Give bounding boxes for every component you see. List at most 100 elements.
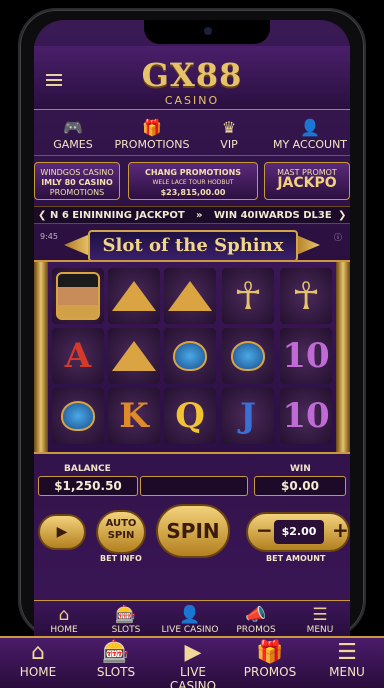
nav-label: MY ACCOUNT <box>272 138 348 151</box>
message-box <box>140 476 248 496</box>
bet-amount-stepper: − $2.00 + <box>246 512 350 552</box>
phone-notch <box>144 20 270 44</box>
nav-label: PROMOTIONS <box>114 138 190 151</box>
reel-symbol-q: Q <box>164 388 216 444</box>
pillar-left <box>34 262 48 452</box>
game-title: Slot of the Sphinx <box>102 235 284 256</box>
promo-banners: WINDGOS CASINO IMLY 80 CASINO PROMOTIONS… <box>34 162 350 202</box>
spin-button[interactable]: SPIN <box>156 504 230 558</box>
pyramid-icon <box>168 281 212 311</box>
inner-nav-label: LIVE CASINO <box>161 625 219 635</box>
reel-symbol-scarab <box>222 328 274 384</box>
ticker-left-arrow-icon[interactable]: ❮ <box>38 210 46 221</box>
bottom-nav-promos[interactable]: 🎁 PROMOS <box>238 638 302 679</box>
app-screen: GX88 CASINO 🎮 GAMES 🎁 PROMOTIONS ♛ VIP 👤… <box>34 20 350 636</box>
balance-value: $1,250.50 <box>38 476 138 496</box>
nav-label: GAMES <box>53 138 93 151</box>
gift-icon: 🎁 <box>256 640 284 665</box>
home-icon: ⌂ <box>31 640 45 665</box>
banner-jackpot-amount: $23,815,00.00 <box>160 188 226 197</box>
pyramid-icon <box>112 341 156 371</box>
brand-logo: GX88 <box>141 56 243 94</box>
inner-bottom-nav: ⌂ HOME 🎰 SLOTS 👤 LIVE CASINO 📣 PROMOS ☰ MENU <box>34 600 350 636</box>
spin-label: SPIN <box>166 519 220 543</box>
inner-nav-label: SLOTS <box>111 625 141 635</box>
reel-symbol-cleopatra <box>52 268 104 324</box>
dealer-icon: 👤 <box>179 605 201 625</box>
megaphone-icon: 📣 <box>245 605 267 625</box>
inner-nav-live-casino[interactable]: 👤 LIVE CASINO <box>160 601 220 635</box>
ticker-separator-icon: » <box>196 210 203 221</box>
slot-reels: ☥ ☥ A 10 K Q J 10 <box>34 260 350 454</box>
reel-symbol-scarab <box>52 388 104 444</box>
bottom-nav-menu[interactable]: ☰ MENU <box>316 638 378 679</box>
reel-symbol-pyramid <box>164 268 216 324</box>
symbol-text: A <box>64 336 92 376</box>
promo-banner-left[interactable]: WINDGOS CASINO IMLY 80 CASINO PROMOTIONS <box>34 162 120 200</box>
auto-spin-label: AUTO SPIN <box>105 518 137 541</box>
banner-text: PROMOTIONS <box>49 188 105 197</box>
banner-text: CHANG PROMOTIONS <box>144 168 242 177</box>
pillar-right <box>336 262 350 452</box>
ticker-text: N 6 EININNING JACKPOT <box>50 210 185 221</box>
ankh-icon: ☥ <box>291 274 321 318</box>
reel-symbol-10: 10 <box>280 328 332 384</box>
promo-banner-right[interactable]: MAST PROMOT JACKPO <box>264 162 350 200</box>
inner-nav-promos[interactable]: 📣 PROMOS <box>226 601 286 635</box>
nav-promotions[interactable]: 🎁 PROMOTIONS <box>114 112 190 156</box>
symbol-text: 10 <box>282 336 330 376</box>
symbol-text: 10 <box>282 396 330 436</box>
menu-icon: ☰ <box>337 640 357 665</box>
nav-games[interactable]: 🎮 GAMES <box>38 112 108 156</box>
bet-amount-caption: BET AMOUNT <box>266 554 326 563</box>
crown-icon: ♛ <box>221 118 237 137</box>
balance-label: BALANCE <box>64 464 111 474</box>
ticker-right-arrow-icon[interactable]: ❯ <box>338 210 346 221</box>
bet-info-button[interactable]: ▶ <box>38 514 86 550</box>
reel-symbol-pyramid <box>108 328 160 384</box>
bottom-nav-slots[interactable]: 🎰 SLOTS <box>84 638 148 679</box>
camera-icon <box>204 27 212 35</box>
bottom-nav: ⌂ HOME 🎰 SLOTS ▶ LIVE CASINO 🎁 PROMOS ☰ MENU <box>0 636 384 688</box>
cleopatra-icon <box>56 272 100 320</box>
game-title-plate: Slot of the Sphinx <box>88 230 298 262</box>
inner-nav-home[interactable]: ⌂ HOME <box>34 601 94 635</box>
nav-vip[interactable]: ♛ VIP <box>204 112 254 156</box>
jackpot-ticker: ❮ N 6 EININNING JACKPOT » WIN 40IWARDS D… <box>34 206 350 224</box>
bottom-nav-label: HOME <box>19 665 57 679</box>
banner-jackpot-text: JACKPO <box>277 175 337 191</box>
gamepad-icon: 🎮 <box>63 118 83 137</box>
reel-symbol-a: A <box>52 328 104 384</box>
banner-text: WINDGOS CASINO <box>40 168 114 177</box>
info-icon[interactable]: ⓘ <box>334 232 342 243</box>
auto-spin-button[interactable]: AUTO SPIN <box>96 510 146 554</box>
bottom-nav-home[interactable]: ⌂ HOME <box>6 638 70 679</box>
home-icon: ⌂ <box>58 605 70 625</box>
bottom-nav-live-casino[interactable]: ▶ LIVE CASINO <box>156 638 230 688</box>
plus-icon[interactable]: + <box>332 518 349 542</box>
inner-nav-label: HOME <box>50 625 78 635</box>
inner-nav-menu[interactable]: ☰ MENU <box>290 601 350 635</box>
minus-icon[interactable]: − <box>256 518 273 542</box>
top-navigation: 🎮 GAMES 🎁 PROMOTIONS ♛ VIP 👤 MY ACCOUNT <box>34 112 350 156</box>
reel-symbol-scarab <box>164 328 216 384</box>
win-label: WIN <box>290 464 311 474</box>
bottom-nav-label: SLOTS <box>96 665 136 679</box>
promo-banner-center[interactable]: CHANG PROMOTIONS WELE LACE TOUR HODBUT $… <box>128 162 258 200</box>
menu-icon: ☰ <box>312 605 328 625</box>
inner-nav-slots[interactable]: 🎰 SLOTS <box>96 601 156 635</box>
reel-symbol-j: J <box>222 388 274 444</box>
banner-text: IMLY 80 CASINO <box>41 178 113 187</box>
scarab-icon <box>173 341 207 371</box>
nav-my-account[interactable]: 👤 MY ACCOUNT <box>270 112 350 156</box>
reel-symbol-k: K <box>108 388 160 444</box>
banner-text: WELE LACE TOUR HODBUT <box>152 179 234 186</box>
reel-symbol-ankh: ☥ <box>222 268 274 324</box>
bet-info-caption: BET INFO <box>100 554 142 563</box>
symbol-text: J <box>239 396 257 436</box>
gift-icon: 🎁 <box>142 118 162 137</box>
wing-left-icon <box>64 234 90 256</box>
inner-nav-label: PROMOS <box>236 625 276 635</box>
app-header: GX88 CASINO <box>34 46 350 110</box>
nav-label: VIP <box>220 138 238 151</box>
